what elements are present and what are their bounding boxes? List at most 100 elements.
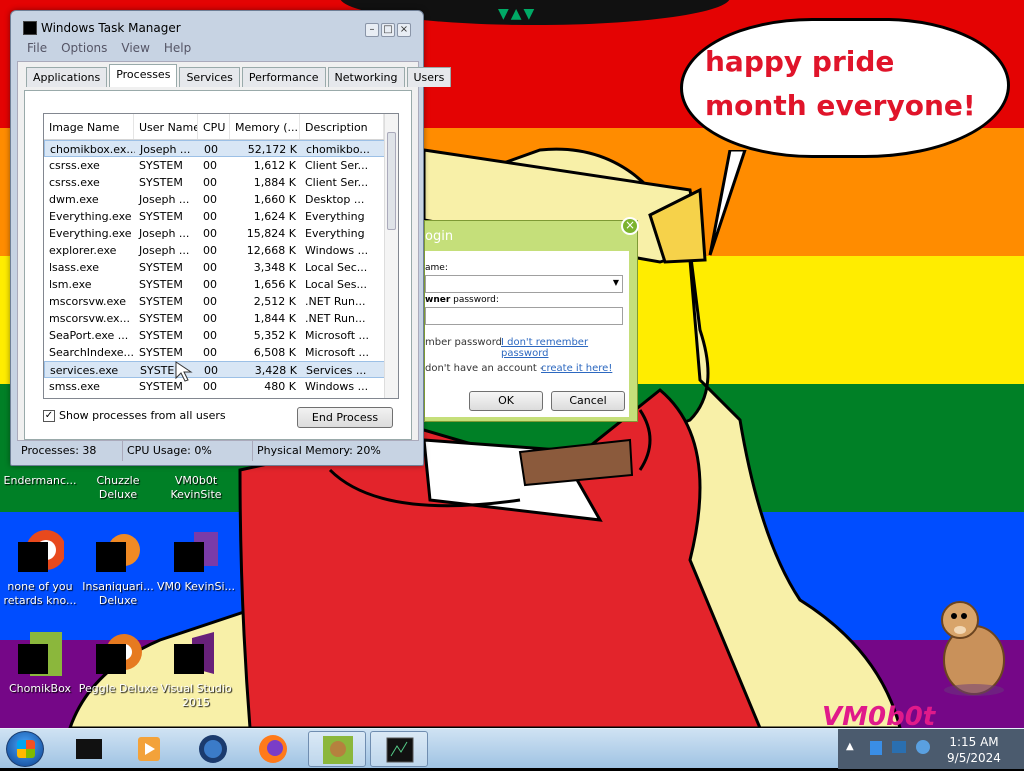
status-bar: Processes: 38 CPU Usage: 0% Physical Mem…	[17, 441, 419, 461]
desktop-icon-visual-studio[interactable]: Visual Studio 2015	[156, 630, 236, 710]
cell-user-name: SYSTEM	[139, 261, 183, 274]
cell-cpu: 00	[203, 295, 217, 308]
menu-options[interactable]: Options	[61, 41, 107, 59]
media-player-icon	[138, 737, 160, 761]
desktop-icon-label: ChomikBox	[9, 682, 71, 695]
process-row[interactable]: Everything.exe Joseph ... 00 15,824 K Everyt…	[44, 225, 398, 242]
cell-cpu: 00	[203, 227, 217, 240]
process-row[interactable]: chomikbox.ex... Joseph ... 00 52,172 K chomi…	[44, 140, 398, 157]
desktop-icon-label: Peggle Deluxe	[78, 682, 158, 695]
process-row[interactable]: Everything.exe SYSTEM 00 1,624 K Everything	[44, 208, 398, 225]
desktop-icon-label: Chuzzle Deluxe	[96, 474, 140, 501]
tab-performance[interactable]: Performance	[241, 67, 326, 87]
cell-description: chomikbo...	[306, 143, 370, 156]
end-process-button[interactable]: End Process	[297, 407, 393, 428]
desktop-icon-endermanc[interactable]: Endermanc...	[0, 474, 80, 488]
process-row[interactable]: explorer.exe Joseph ... 00 12,668 K Windows …	[44, 242, 398, 259]
process-row[interactable]: csrss.exe SYSTEM 00 1,612 K Client Ser...	[44, 157, 398, 174]
cell-memory: 1,660 K	[253, 193, 296, 206]
process-row[interactable]: lsm.exe SYSTEM 00 1,656 K Local Ses...	[44, 276, 398, 293]
cell-description: Services ...	[306, 364, 367, 377]
taskbar-explorer[interactable]	[60, 731, 118, 767]
taskbar-firefox[interactable]	[244, 731, 302, 767]
desktop-icon-peggle[interactable]: Peggle Deluxe	[78, 630, 158, 696]
cell-memory: 5,352 K	[253, 329, 296, 342]
menu-help[interactable]: Help	[164, 41, 191, 59]
process-row[interactable]: csrss.exe SYSTEM 00 1,884 K Client Ser...	[44, 174, 398, 191]
taskbar-chomikbox[interactable]	[308, 731, 366, 767]
cell-description: Desktop ...	[305, 193, 365, 206]
start-button[interactable]	[6, 731, 44, 767]
taskbar-task-manager[interactable]	[370, 731, 428, 767]
process-row[interactable]: dwm.exe Joseph ... 00 1,660 K Desktop ...	[44, 191, 398, 208]
column-image-name[interactable]: Image Name	[44, 114, 134, 139]
cancel-button[interactable]: Cancel	[551, 391, 625, 411]
desktop-icon-label: Endermanc...	[3, 474, 77, 487]
desktop-icon-insaniquarium[interactable]: Insaniquari... Deluxe	[78, 528, 158, 608]
password-field[interactable]	[425, 307, 623, 325]
volume-icon[interactable]	[916, 740, 930, 754]
browser-icon	[16, 528, 66, 576]
visual-studio-icon	[172, 630, 220, 678]
taskbar-globe[interactable]	[184, 731, 242, 767]
remember-password-label[interactable]: mber password	[425, 337, 502, 348]
create-account-link[interactable]: create it here!	[541, 363, 612, 374]
desktop-icon-chomikbox[interactable]: ChomikBox	[0, 630, 80, 696]
chomikbox-icon	[16, 630, 64, 678]
taskbar-media-player[interactable]	[120, 731, 178, 767]
process-row[interactable]: smss.exe SYSTEM 00 480 K Windows ...	[44, 378, 398, 395]
desktop-icon-label: none of you retards kno...	[3, 580, 77, 607]
cell-image-name: csrss.exe	[49, 159, 100, 172]
login-dialog[interactable]: ogin × ame: ▼ wner password: mber passwo…	[424, 217, 639, 422]
minimize-button[interactable]: –	[365, 23, 379, 37]
clock[interactable]: 1:15 AM 9/5/2024	[940, 734, 1008, 766]
cell-memory: 3,428 K	[254, 364, 297, 377]
menu-view[interactable]: View	[121, 41, 149, 59]
close-button[interactable]: ×	[397, 23, 411, 37]
task-manager-window[interactable]: Windows Task Manager – □ × File Options …	[10, 10, 452, 466]
process-row[interactable]: lsass.exe SYSTEM 00 3,348 K Local Sec...	[44, 259, 398, 276]
maximize-button[interactable]: □	[381, 23, 395, 37]
desktop-icon-chuzzle[interactable]: Chuzzle Deluxe	[78, 474, 158, 502]
column-cpu[interactable]: CPU	[198, 114, 230, 139]
process-row[interactable]: services.exe SYSTEM 00 3,428 K Services ...	[44, 361, 398, 378]
column-user-name[interactable]: User Name	[134, 114, 198, 139]
close-icon[interactable]: ×	[621, 217, 639, 235]
tab-processes[interactable]: Processes	[109, 64, 178, 87]
cell-cpu: 00	[203, 346, 217, 359]
checkbox-check-icon[interactable]: ✓	[43, 409, 55, 422]
column-memory[interactable]: Memory (...	[230, 114, 300, 139]
process-row[interactable]: mscorsvw.ex... SYSTEM 00 1,844 K .NET Run...	[44, 310, 398, 327]
tab-services[interactable]: Services	[179, 67, 240, 87]
menu-file[interactable]: File	[27, 41, 47, 59]
tab-users[interactable]: Users	[406, 67, 452, 87]
username-dropdown[interactable]: ▼	[425, 275, 623, 293]
no-account-text: don't have an account -	[425, 363, 544, 374]
tab-applications[interactable]: Applications	[26, 67, 108, 87]
cell-image-name: Everything.exe	[49, 210, 132, 223]
process-list[interactable]: Image Name User Name CPU Memory (... Des…	[43, 113, 399, 399]
cell-user-name: SYSTEM	[139, 312, 183, 325]
speech-bubble-tail	[708, 150, 747, 256]
show-all-processes-checkbox[interactable]: ✓ Show processes from all users	[43, 409, 226, 422]
desktop-icon-vm0-kevinsite[interactable]: VM0 KevinSi...	[156, 528, 236, 594]
task-manager-body: Applications Processes Services Performa…	[17, 61, 452, 441]
process-list-scrollbar[interactable]	[384, 114, 398, 398]
ok-button[interactable]: OK	[469, 391, 543, 411]
desktop-icon-none-of-you[interactable]: none of you retards kno...	[0, 528, 80, 608]
column-description[interactable]: Description	[300, 114, 384, 139]
process-row[interactable]: SearchIndexe... SYSTEM 00 6,508 K Microsoft …	[44, 344, 398, 361]
forgot-password-link[interactable]: I don't remember password	[501, 337, 629, 359]
desktop-icon-vm0b0t-kevinsite[interactable]: VM0b0t KevinSite	[156, 474, 236, 502]
window-title: Windows Task Manager	[41, 21, 181, 35]
cell-cpu: 00	[204, 364, 218, 377]
cell-user-name: SYSTEM	[139, 329, 183, 342]
tab-networking[interactable]: Networking	[327, 67, 405, 87]
process-row[interactable]: SeaPort.exe ... SYSTEM 00 5,352 K Microsoft …	[44, 327, 398, 344]
cell-cpu: 00	[203, 380, 217, 393]
scrollbar-thumb[interactable]	[387, 132, 396, 230]
network-icon[interactable]	[892, 741, 906, 753]
tray-app-icon[interactable]	[870, 741, 882, 755]
tray-expand-icon[interactable]: ▲	[846, 741, 854, 752]
process-row[interactable]: mscorsvw.exe SYSTEM 00 2,512 K .NET Run...	[44, 293, 398, 310]
